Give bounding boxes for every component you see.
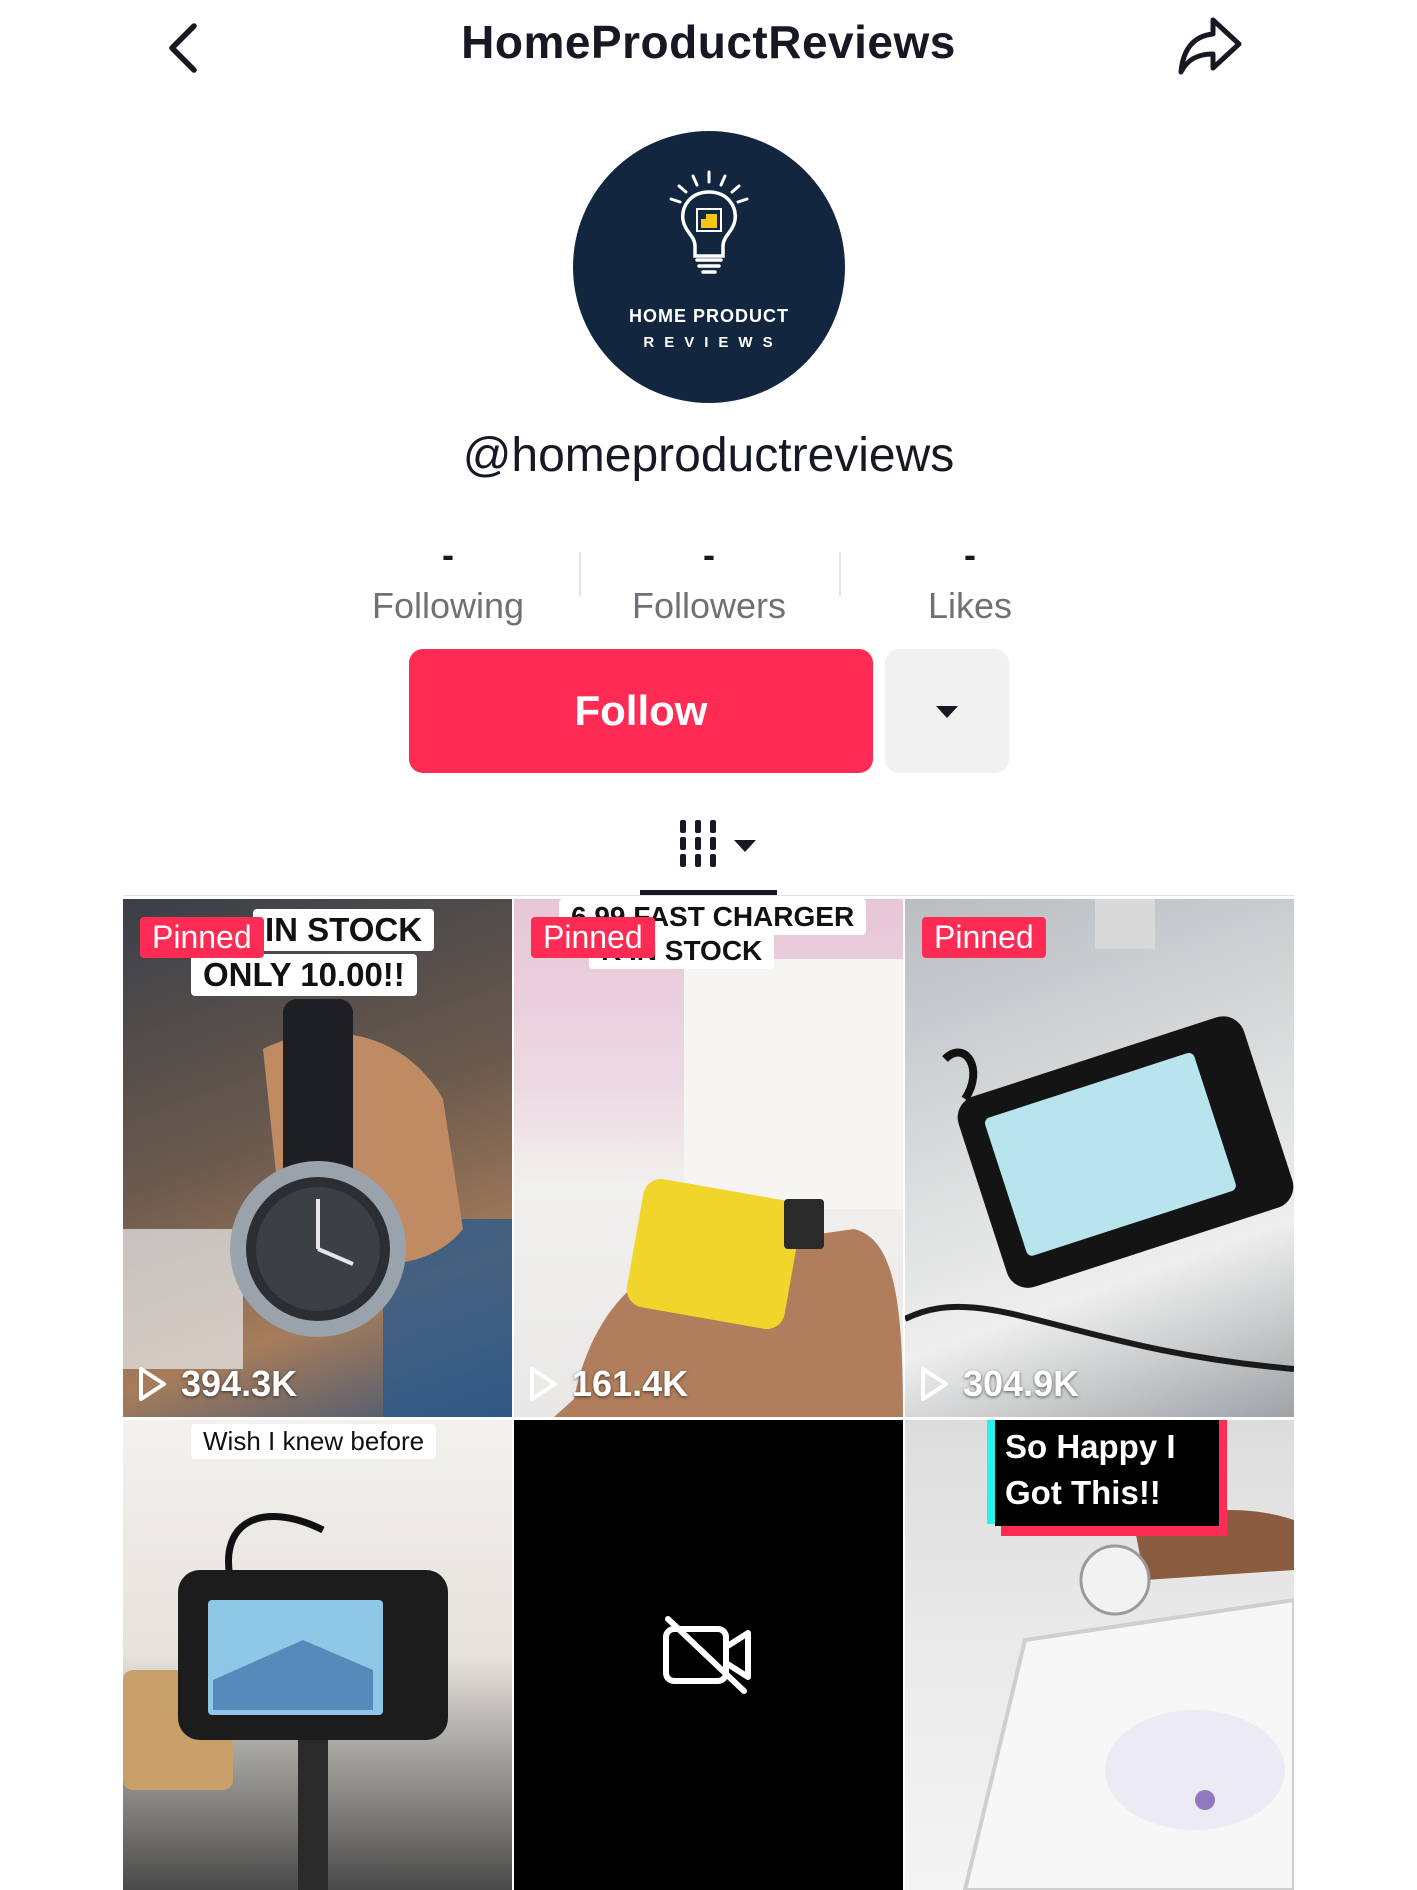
- video-thumbnail[interactable]: Wish I knew before: [123, 1420, 512, 1890]
- profile-stats: - Following - Followers - Likes: [0, 535, 1417, 635]
- view-count-text: 304.9K: [963, 1363, 1080, 1404]
- avatar-text-line1: HOME PRODUCT: [629, 306, 789, 326]
- pinned-badge: Pinned: [922, 917, 1046, 958]
- share-button[interactable]: [1175, 14, 1245, 78]
- stat-followers[interactable]: - Followers: [609, 535, 809, 627]
- suggested-accounts-button[interactable]: [885, 649, 1009, 773]
- video-off-icon: [663, 1616, 751, 1694]
- avatar[interactable]: HOME PRODUCT REVIEWS: [573, 131, 845, 403]
- play-icon: [921, 1367, 948, 1401]
- video-caption-box: So Happy I Got This!!: [995, 1420, 1219, 1526]
- followers-count: -: [703, 534, 715, 575]
- play-icon: [139, 1367, 166, 1401]
- video-thumbnail[interactable]: Pinned IN STOCK ONLY 10.00!! 394.3K: [123, 899, 512, 1417]
- tab-videos[interactable]: [640, 812, 777, 894]
- view-count-text: 394.3K: [181, 1363, 298, 1404]
- share-arrow-icon: [1178, 17, 1242, 75]
- video-thumbnail-unavailable[interactable]: [514, 1420, 903, 1890]
- tab-divider: [123, 895, 1295, 896]
- video-caption-line1: Wish I knew before: [191, 1424, 437, 1459]
- video-caption-line1: So Happy I: [1005, 1428, 1176, 1465]
- following-count: -: [442, 534, 454, 575]
- view-count: 394.3K: [137, 1363, 297, 1405]
- caret-down-icon: [734, 840, 756, 852]
- video-caption-line2: ONLY 10.00!!: [191, 954, 417, 996]
- stat-divider: [839, 552, 841, 596]
- stat-likes[interactable]: - Likes: [870, 535, 1070, 627]
- likes-label: Likes: [927, 585, 1013, 626]
- video-caption-line1: IN STOCK: [253, 909, 435, 951]
- likes-count: -: [964, 534, 976, 575]
- follow-button[interactable]: Follow: [409, 649, 873, 773]
- view-count-text: 161.4K: [572, 1363, 689, 1404]
- caret-down-icon: [936, 706, 958, 718]
- video-thumbnail[interactable]: Pinned 6.99 FAST CHARGER K IN STOCK 161.…: [514, 899, 903, 1417]
- lightbulb-icon: [669, 170, 749, 274]
- following-label: Following: [371, 585, 525, 626]
- avatar-text-line2: REVIEWS: [643, 334, 783, 351]
- grid-icon: [680, 820, 716, 867]
- thumbnail-image: [123, 1513, 448, 1890]
- stat-following[interactable]: - Following: [348, 535, 548, 627]
- play-icon: [530, 1367, 557, 1401]
- pinned-badge: Pinned: [531, 917, 655, 958]
- username-handle: @homeproductreviews: [462, 429, 955, 482]
- followers-label: Followers: [631, 585, 787, 626]
- stat-divider: [579, 552, 581, 596]
- video-caption-line2: Got This!!: [1005, 1474, 1161, 1511]
- thumbnail-image: [554, 959, 903, 1417]
- top-bar: HomeProductReviews: [0, 0, 1417, 95]
- view-count: 161.4K: [528, 1363, 688, 1405]
- video-thumbnail[interactable]: So Happy I Got This!!: [905, 1420, 1294, 1890]
- thumbnail-image: [905, 899, 1294, 1372]
- view-count: 304.9K: [919, 1363, 1079, 1405]
- pinned-badge: Pinned: [140, 917, 264, 958]
- video-thumbnail[interactable]: Pinned 304.9K: [905, 899, 1294, 1417]
